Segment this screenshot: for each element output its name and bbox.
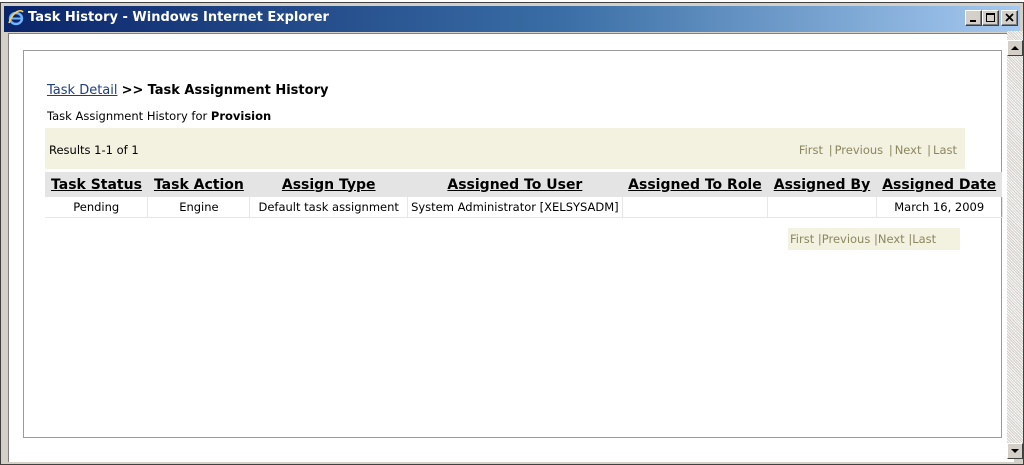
breadcrumb-task-detail-link[interactable]: Task Detail	[47, 83, 117, 98]
minimize-icon	[970, 20, 976, 22]
pager-next-link[interactable]: Next	[895, 143, 922, 157]
column-task-action[interactable]: Task Action	[147, 172, 250, 197]
subtitle-prefix: Task Assignment History for	[47, 109, 208, 123]
window-title: Task History - Windows Internet Explorer	[28, 10, 329, 25]
pager-next-link[interactable]: Next	[878, 232, 905, 246]
maximize-button[interactable]	[982, 10, 999, 26]
breadcrumb: Task Detail >> Task Assignment History	[47, 83, 328, 98]
pager-separator: |	[828, 143, 833, 157]
pager-separator: |	[888, 143, 893, 157]
pager-separator: |	[927, 143, 932, 157]
subtitle-task-name: Provision	[210, 109, 272, 123]
arrow-up-icon	[1011, 46, 1019, 50]
cell-assigned-to-user: System Administrator [XELSYSADM]	[407, 197, 623, 218]
arrow-down-icon	[1011, 449, 1019, 453]
results-bar: Results 1-1 of 1 First | Previous | Next |…	[45, 128, 965, 169]
pager-previous-link[interactable]: Previous	[822, 232, 871, 246]
cell-task-status: Pending	[45, 197, 149, 218]
cell-task-action: Engine	[147, 197, 251, 218]
column-assigned-date[interactable]: Assigned Date	[876, 172, 1003, 197]
breadcrumb-current: Task Assignment History	[147, 83, 329, 98]
assignment-history-table: Task Status Task Action Assign Type Assi…	[45, 172, 1003, 218]
maximize-icon	[986, 13, 995, 22]
title-bar[interactable]: Task History - Windows Internet Explorer	[4, 6, 1020, 32]
cell-assigned-to-role	[622, 197, 769, 218]
results-count: Results 1-1 of 1	[49, 143, 139, 157]
close-button[interactable]	[1001, 10, 1018, 26]
pager-previous-link[interactable]: Previous	[835, 143, 884, 157]
scroll-up-button[interactable]	[1007, 40, 1023, 56]
table-header-row: Task Status Task Action Assign Type Assi…	[45, 172, 1003, 197]
column-assigned-to-role[interactable]: Assigned To Role	[622, 172, 768, 197]
ie-logo-icon	[7, 9, 25, 27]
column-task-status[interactable]: Task Status	[45, 172, 148, 197]
minimize-button[interactable]	[965, 10, 982, 26]
pager-first-link[interactable]: First	[790, 232, 814, 246]
cell-assigned-by	[767, 197, 877, 218]
pager-last-link[interactable]: Last	[912, 232, 936, 246]
close-icon	[1005, 13, 1014, 22]
pager-first-link[interactable]: First	[799, 143, 823, 157]
cell-assigned-date: March 16, 2009	[876, 197, 1003, 218]
column-assign-type[interactable]: Assign Type	[249, 172, 408, 197]
cell-assign-type: Default task assignment	[249, 197, 409, 218]
page-subtitle: Task Assignment History for Provision	[47, 109, 271, 123]
pager-top: First | Previous | Next | Last	[799, 143, 957, 157]
pager-last-link[interactable]: Last	[933, 143, 957, 157]
scroll-down-button[interactable]	[1007, 443, 1023, 459]
pager-bottom: First |Previous |Next |Last	[788, 228, 960, 250]
column-assigned-by[interactable]: Assigned By	[767, 172, 877, 197]
table-row: Pending Engine Default task assignment S…	[45, 197, 1003, 218]
vertical-scrollbar[interactable]	[1007, 31, 1023, 459]
breadcrumb-separator: >>	[121, 83, 144, 98]
column-assigned-to-user[interactable]: Assigned To User	[407, 172, 623, 197]
